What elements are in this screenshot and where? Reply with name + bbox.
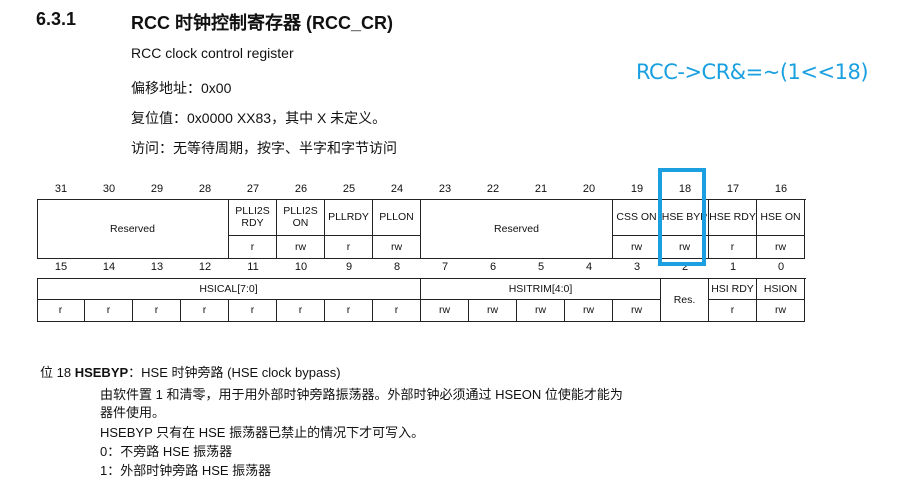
- bit-number: 29: [150, 183, 164, 195]
- bit-number: 20: [582, 183, 596, 195]
- register-field: HSITRIM[4:0]: [421, 278, 661, 300]
- bit-number: 23: [438, 183, 452, 195]
- register-field: HSI RDY: [709, 278, 757, 300]
- bit-number: 16: [774, 183, 788, 195]
- access-type: rw: [613, 299, 661, 322]
- bit-number: 8: [393, 261, 401, 273]
- bit-number: 14: [102, 261, 116, 273]
- register-field: PLLRDY: [325, 199, 373, 236]
- bit-number: 4: [585, 261, 593, 273]
- bit-number: 3: [633, 261, 641, 273]
- access-type: rw: [565, 299, 613, 322]
- register-field: HSICAL[7:0]: [37, 278, 421, 300]
- access-type: r: [277, 299, 325, 322]
- access-type: r: [373, 299, 421, 322]
- bit-field-name: HSEBYP: [74, 365, 129, 380]
- bit-number: 15: [54, 261, 68, 273]
- access-type: r: [325, 235, 373, 259]
- bit-description-heading: 位 18 HSEBYP：HSE 时钟旁路 (HSE clock bypass): [40, 362, 341, 381]
- bit18-highlight-box: [658, 168, 706, 266]
- bit-number: 13: [150, 261, 164, 273]
- access-info: 访问：无等待周期，按字、半字和字节访问: [131, 140, 397, 156]
- bit-number: 0: [777, 261, 785, 273]
- bit-number: 17: [726, 183, 740, 195]
- register-field: Reserved: [37, 199, 229, 259]
- register-field: PLLON: [373, 199, 421, 236]
- bit-number: 28: [198, 183, 212, 195]
- bit-number: 19: [630, 183, 644, 195]
- code-annotation: RCC->CR&=~(1<<18): [636, 60, 869, 84]
- access-type: r: [709, 235, 757, 259]
- bit-number: 21: [534, 183, 548, 195]
- access-type: rw: [277, 235, 325, 259]
- bit-number: 30: [102, 183, 116, 195]
- bit-number: 11: [247, 261, 259, 273]
- access-type: r: [85, 299, 133, 322]
- register-field: HSE ON: [757, 199, 805, 236]
- bit-desc-line: 1：外部时钟旁路 HSE 振荡器: [100, 463, 272, 478]
- access-type: r: [229, 299, 277, 322]
- access-type: rw: [613, 235, 661, 259]
- access-type: rw: [469, 299, 517, 322]
- bit-number: 25: [342, 183, 356, 195]
- bit-number: 9: [345, 261, 353, 273]
- register-field: PLLI2S ON: [277, 199, 325, 236]
- bit-desc-line: HSEBYP 只有在 HSE 振荡器已禁止的情况下才可写入。: [100, 425, 425, 440]
- bit-number: 12: [198, 261, 212, 273]
- section-number: 6.3.1: [36, 9, 77, 29]
- access-type: rw: [421, 299, 469, 322]
- access-type: r: [229, 235, 277, 259]
- bit-number: 10: [294, 261, 308, 273]
- offset-address: 偏移地址：0x00: [131, 80, 232, 96]
- bit-number: 5: [537, 261, 545, 273]
- register-field: HSION: [757, 278, 805, 300]
- bit-number: 27: [246, 183, 260, 195]
- access-type: r: [325, 299, 373, 322]
- access-type: r: [37, 299, 85, 322]
- access-type: rw: [757, 235, 805, 259]
- access-type: rw: [757, 299, 805, 322]
- register-field: PLLI2S RDY: [229, 199, 277, 236]
- access-type: rw: [517, 299, 565, 322]
- access-type: r: [709, 299, 757, 322]
- bit-number: 1: [729, 261, 737, 273]
- reset-value: 复位值：0x0000 XX83，其中 X 未定义。: [131, 110, 387, 126]
- bit-field-title: ：HSE 时钟旁路 (HSE clock bypass): [128, 365, 341, 380]
- register-field: HSE RDY: [709, 199, 757, 236]
- bit-desc-line: 由软件置 1 和清零，用于用外部时钟旁路振荡器。外部时钟必须通过 HSEON 位…: [100, 387, 623, 402]
- bit-desc-line: 0：不旁路 HSE 振荡器: [100, 444, 233, 459]
- access-type: r: [181, 299, 229, 322]
- bit-number: 22: [486, 183, 500, 195]
- bit-number: 26: [294, 183, 308, 195]
- register-field: CSS ON: [613, 199, 661, 236]
- bit-label: 位 18: [40, 365, 72, 380]
- access-type: rw: [373, 235, 421, 259]
- document-page: 6.3.1 RCC 时钟控制寄存器 (RCC_CR) RCC clock con…: [0, 0, 906, 485]
- bit-number: 24: [390, 183, 404, 195]
- access-type: r: [133, 299, 181, 322]
- bit-desc-line: 器件使用。: [100, 405, 166, 420]
- register-field: Reserved: [421, 199, 613, 259]
- section-title: RCC 时钟控制寄存器 (RCC_CR): [131, 13, 393, 33]
- register-subtitle: RCC clock control register: [131, 45, 294, 61]
- bit-number: 31: [54, 183, 68, 195]
- bit-number: 7: [441, 261, 449, 273]
- register-field: Res.: [661, 278, 709, 322]
- bit-number: 6: [489, 261, 497, 273]
